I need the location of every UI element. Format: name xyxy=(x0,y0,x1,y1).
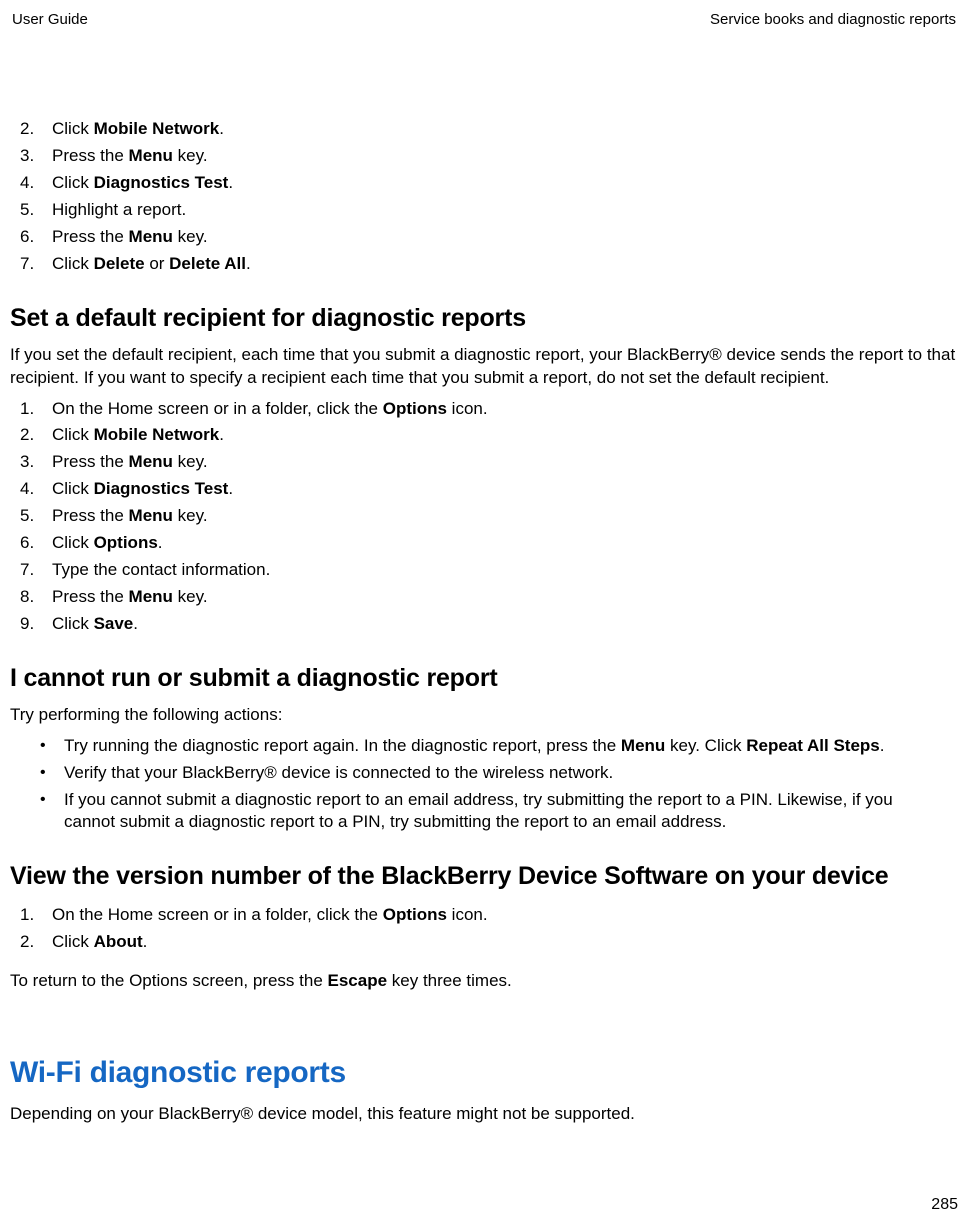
list-item: • Try running the diagnostic report agai… xyxy=(10,733,958,760)
list-number: 5. xyxy=(10,199,52,222)
list-item: 3.Press the Menu key. xyxy=(10,449,958,476)
header-left: User Guide xyxy=(12,10,88,30)
section-para: Depending on your BlackBerry® device mod… xyxy=(10,1103,958,1126)
page: User Guide Service books and diagnostic … xyxy=(0,0,974,1228)
page-number: 285 xyxy=(931,1194,958,1216)
heading-cannot-run-submit: I cannot run or submit a diagnostic repo… xyxy=(10,662,958,696)
running-header: User Guide Service books and diagnostic … xyxy=(8,10,960,30)
list-number: 6. xyxy=(10,226,52,249)
page-content: 2. Click Mobile Network. 3. Press the Me… xyxy=(8,116,960,1126)
list-item: 8.Press the Menu key. xyxy=(10,584,958,611)
list-number: 4. xyxy=(10,172,52,195)
section-intro: Try performing the following actions: xyxy=(10,704,958,727)
list-view-version: 1.On the Home screen or in a folder, cli… xyxy=(10,902,958,956)
section-intro: If you set the default recipient, each t… xyxy=(10,344,958,390)
list-set-default-recipient: 1.On the Home screen or in a folder, cli… xyxy=(10,396,958,638)
list-number: 3. xyxy=(10,145,52,168)
heading-set-default-recipient: Set a default recipient for diagnostic r… xyxy=(10,302,958,336)
list-body: Click Delete or Delete All. xyxy=(52,253,958,276)
list-troubleshoot: • Try running the diagnostic report agai… xyxy=(10,733,958,837)
list-body: Click Mobile Network. xyxy=(52,118,958,141)
list-item: 7.Type the contact information. xyxy=(10,557,958,584)
list-item: 2.Click Mobile Network. xyxy=(10,422,958,449)
section-outro: To return to the Options screen, press t… xyxy=(10,970,958,993)
list-body: Highlight a report. xyxy=(52,199,958,222)
bullet-icon: • xyxy=(10,762,64,785)
list-delete-report: 2. Click Mobile Network. 3. Press the Me… xyxy=(10,116,958,278)
bullet-icon: • xyxy=(10,735,64,758)
list-item: 7. Click Delete or Delete All. xyxy=(10,251,958,278)
list-item: 1.On the Home screen or in a folder, cli… xyxy=(10,902,958,929)
header-right: Service books and diagnostic reports xyxy=(710,10,956,30)
list-item: 5.Press the Menu key. xyxy=(10,503,958,530)
list-number: 7. xyxy=(10,253,52,276)
list-item: 6. Press the Menu key. xyxy=(10,224,958,251)
list-number: 2. xyxy=(10,118,52,141)
list-item: 1.On the Home screen or in a folder, cli… xyxy=(10,396,958,423)
list-item: 9.Click Save. xyxy=(10,611,958,638)
list-item: 3. Press the Menu key. xyxy=(10,143,958,170)
heading-wifi-diagnostic: Wi-Fi diagnostic reports xyxy=(10,1053,958,1094)
list-item: 2.Click About. xyxy=(10,929,958,956)
list-item: • If you cannot submit a diagnostic repo… xyxy=(10,787,958,837)
bullet-icon: • xyxy=(10,789,64,835)
list-item: 6.Click Options. xyxy=(10,530,958,557)
list-body: Click Diagnostics Test. xyxy=(52,172,958,195)
list-item: 4.Click Diagnostics Test. xyxy=(10,476,958,503)
list-item: 4. Click Diagnostics Test. xyxy=(10,170,958,197)
list-item: 2. Click Mobile Network. xyxy=(10,116,958,143)
list-body: Press the Menu key. xyxy=(52,226,958,249)
list-item: • Verify that your BlackBerry® device is… xyxy=(10,760,958,787)
list-item: 5. Highlight a report. xyxy=(10,197,958,224)
heading-view-version: View the version number of the BlackBerr… xyxy=(10,860,958,894)
list-body: Press the Menu key. xyxy=(52,145,958,168)
